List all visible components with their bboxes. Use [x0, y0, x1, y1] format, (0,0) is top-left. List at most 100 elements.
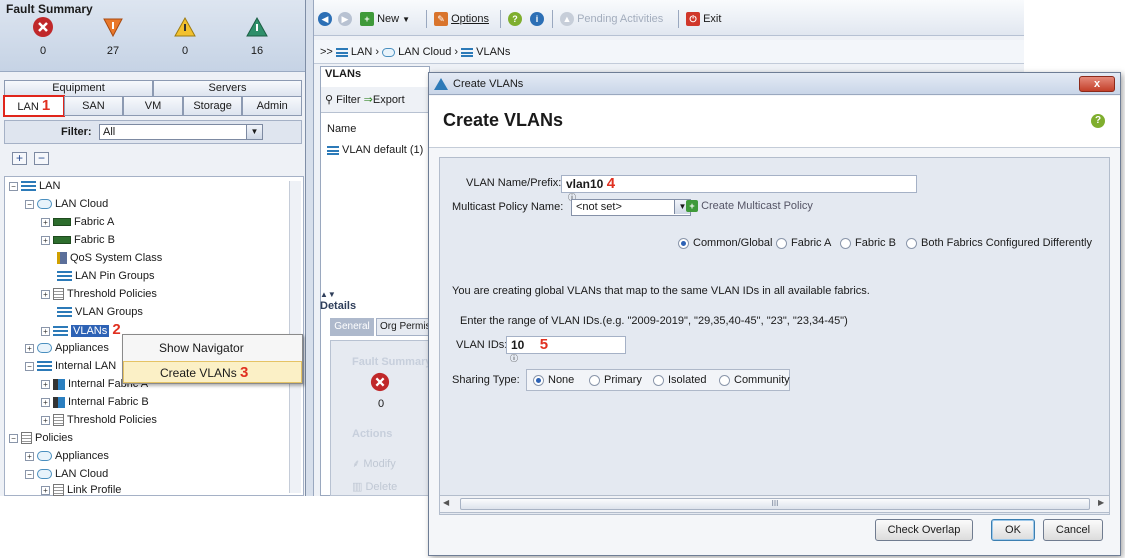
- pending-activities-button[interactable]: ▲ Pending Activities: [560, 10, 663, 28]
- radio-sharing-none[interactable]: None: [533, 374, 574, 386]
- warning-fault-counter[interactable]: 16: [222, 16, 292, 57]
- radio-label: Isolated: [668, 374, 707, 386]
- expand-icon[interactable]: +: [41, 415, 50, 425]
- expand-icon[interactable]: +: [25, 343, 34, 353]
- dialog-header: Create VLANs ?: [429, 96, 1120, 148]
- tree-node-lan-cloud[interactable]: − LAN Cloud: [25, 195, 108, 213]
- scrollbar-thumb[interactable]: III: [460, 498, 1090, 510]
- help-button[interactable]: ?: [508, 10, 522, 28]
- chevron-down-icon[interactable]: ▼: [246, 125, 262, 139]
- expand-icon[interactable]: +: [41, 379, 50, 389]
- tree-node-policies[interactable]: − Policies: [9, 429, 73, 447]
- step-marker-5: 5: [539, 336, 549, 353]
- exit-button[interactable]: ⏻ Exit: [686, 10, 721, 28]
- dialog-close-button[interactable]: x: [1079, 76, 1115, 92]
- tab-equipment[interactable]: Equipment: [4, 80, 153, 97]
- radio-sharing-isolated[interactable]: Isolated: [653, 374, 707, 386]
- expand-all-button[interactable]: +: [12, 152, 27, 165]
- radio-icon: [906, 237, 917, 249]
- filter-button[interactable]: ⚲ Filter: [325, 94, 361, 106]
- major-fault-counter[interactable]: 27: [78, 16, 148, 57]
- expand-icon[interactable]: +: [41, 217, 50, 227]
- vlan-ids-input[interactable]: 10 5: [506, 336, 626, 354]
- tab-org-permissions[interactable]: Org Permissions: [376, 318, 436, 336]
- expand-icon[interactable]: +: [41, 397, 50, 407]
- expand-icon[interactable]: +: [41, 235, 50, 245]
- tab-san[interactable]: SAN: [63, 96, 124, 116]
- pane-splitter[interactable]: [306, 0, 314, 496]
- details-header[interactable]: ▲▼ Details: [320, 288, 430, 312]
- options-button[interactable]: ✎ Options: [434, 10, 489, 28]
- tree-node-policies-appliances[interactable]: + Appliances: [25, 447, 109, 465]
- tab-general[interactable]: General: [330, 318, 374, 336]
- collapse-icon[interactable]: −: [25, 199, 34, 209]
- expand-icon[interactable]: +: [41, 326, 50, 336]
- radio-fabric-b[interactable]: Fabric B: [840, 237, 896, 249]
- collapse-all-button[interactable]: −: [34, 152, 50, 165]
- minor-fault-counter[interactable]: 0: [150, 16, 220, 57]
- tree-node-fabric-a[interactable]: + Fabric A: [41, 213, 114, 231]
- modify-action[interactable]: ⸙ Modify: [352, 456, 396, 471]
- tab-lan[interactable]: LAN 1: [3, 95, 65, 117]
- expand-icon[interactable]: +: [41, 289, 50, 299]
- check-overlap-button[interactable]: Check Overlap: [875, 519, 973, 541]
- tree-node-lan-pin-groups[interactable]: LAN Pin Groups: [57, 267, 154, 285]
- tab-admin[interactable]: Admin: [242, 96, 302, 116]
- help-icon[interactable]: ?: [1091, 114, 1105, 128]
- tree-node-vlan-groups[interactable]: VLAN Groups: [57, 303, 143, 321]
- tree-node-threshold-policies[interactable]: + Threshold Policies: [41, 285, 157, 303]
- breadcrumb-item-lan[interactable]: LAN: [351, 46, 372, 58]
- radio-both-fabrics[interactable]: Both Fabrics Configured Differently: [906, 237, 1092, 249]
- table-row[interactable]: VLAN default (1): [323, 141, 429, 159]
- multicast-policy-select[interactable]: <not set> ▼: [571, 199, 691, 216]
- exit-label: Exit: [703, 13, 722, 25]
- delete-action[interactable]: ▥ Delete: [352, 480, 397, 493]
- menu-item-create-vlans[interactable]: Create VLANs 3: [123, 361, 302, 383]
- radio-common-global[interactable]: Common/Global: [678, 237, 772, 249]
- radio-fabric-a[interactable]: Fabric A: [776, 237, 831, 249]
- breadcrumb-item-vlans[interactable]: VLANs: [476, 46, 510, 58]
- scroll-left-icon[interactable]: ◀: [443, 498, 449, 507]
- context-menu: Show Navigator Create VLANs 3: [122, 334, 303, 384]
- info-icon: i: [530, 12, 544, 27]
- tree-node-internal-lan[interactable]: − Internal LAN: [25, 357, 116, 375]
- new-button[interactable]: + New ▼: [360, 10, 410, 28]
- radio-sharing-primary[interactable]: Primary: [589, 374, 642, 386]
- tree-node-appliances[interactable]: + Appliances: [25, 339, 109, 357]
- tree-node-link-profile[interactable]: + Link Profile: [41, 481, 121, 496]
- vlan-name-input[interactable]: vlan10 4: [561, 175, 917, 193]
- radio-sharing-community[interactable]: Community: [719, 374, 790, 386]
- cancel-button[interactable]: Cancel: [1043, 519, 1103, 541]
- info-button[interactable]: i: [530, 10, 544, 28]
- tree-node-fabric-b[interactable]: + Fabric B: [41, 231, 115, 249]
- collapse-icon[interactable]: −: [9, 181, 18, 191]
- expand-icon[interactable]: +: [25, 451, 34, 461]
- expand-icon[interactable]: +: [41, 485, 50, 495]
- tree-node-vlans[interactable]: + VLANs 2: [41, 321, 121, 339]
- create-multicast-policy-link[interactable]: + Create Multicast Policy: [686, 200, 813, 213]
- horizontal-scrollbar[interactable]: ◀ III ▶: [439, 495, 1110, 513]
- ok-button[interactable]: OK: [991, 519, 1035, 541]
- collapse-icon[interactable]: −: [25, 469, 34, 479]
- tab-storage[interactable]: Storage: [182, 96, 243, 116]
- global-vlan-info-text: You are creating global VLANs that map t…: [452, 285, 870, 297]
- export-button[interactable]: ⇒Export: [364, 94, 405, 106]
- tree-node-lan[interactable]: − LAN: [9, 177, 60, 195]
- collapse-icon[interactable]: −: [25, 361, 34, 371]
- menu-item-show-navigator[interactable]: Show Navigator: [123, 337, 302, 359]
- tree-node-qos-system-class[interactable]: QoS System Class: [57, 249, 162, 267]
- column-header-name[interactable]: Name: [327, 123, 356, 135]
- back-button[interactable]: ◀: [318, 10, 332, 28]
- scroll-right-icon[interactable]: ▶: [1098, 498, 1104, 507]
- vlan-list-icon: [461, 47, 474, 57]
- tree-node-internal-threshold-policies[interactable]: + Threshold Policies: [41, 411, 157, 429]
- tab-vm[interactable]: VM: [123, 96, 183, 116]
- critical-fault-counter[interactable]: 0: [8, 16, 78, 57]
- breadcrumb-item-lan-cloud[interactable]: LAN Cloud: [398, 46, 451, 58]
- tab-servers[interactable]: Servers: [153, 80, 302, 97]
- dialog-titlebar[interactable]: Create VLANs: [429, 73, 1120, 95]
- collapse-icon[interactable]: −: [9, 433, 18, 443]
- filter-select[interactable]: All ▼: [99, 124, 263, 140]
- tree-node-internal-fabric-b[interactable]: + Internal Fabric B: [41, 393, 149, 411]
- forward-button[interactable]: ▶: [338, 10, 352, 28]
